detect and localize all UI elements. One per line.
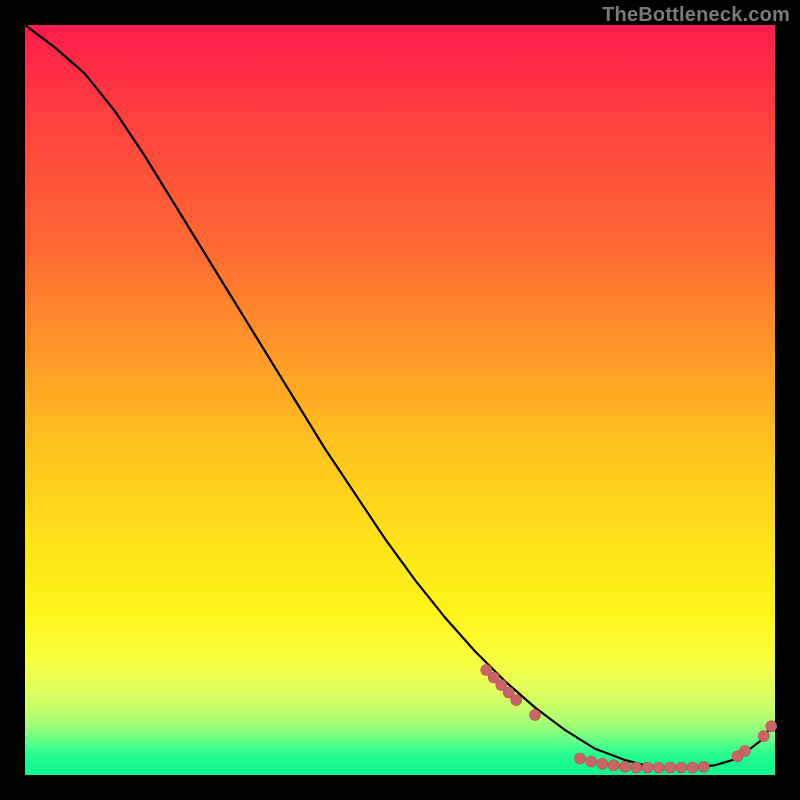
chart-svg <box>25 25 775 775</box>
data-point <box>665 762 676 773</box>
data-point <box>511 695 522 706</box>
bottleneck-curve <box>25 25 775 768</box>
data-point <box>575 753 586 764</box>
chart-stage: TheBottleneck.com <box>0 0 800 800</box>
data-point <box>530 710 541 721</box>
data-point <box>642 762 653 773</box>
data-point <box>608 760 619 771</box>
data-point <box>766 721 777 732</box>
data-point <box>687 762 698 773</box>
scatter-dots <box>481 665 777 774</box>
data-point <box>597 758 608 769</box>
data-point <box>698 761 709 772</box>
data-point <box>676 762 687 773</box>
data-point <box>631 762 642 773</box>
data-point <box>758 731 769 742</box>
watermark-text: TheBottleneck.com <box>602 4 790 27</box>
plot-area <box>25 25 775 775</box>
data-point <box>653 762 664 773</box>
data-point <box>586 756 597 767</box>
data-point <box>620 761 631 772</box>
data-point <box>740 746 751 757</box>
